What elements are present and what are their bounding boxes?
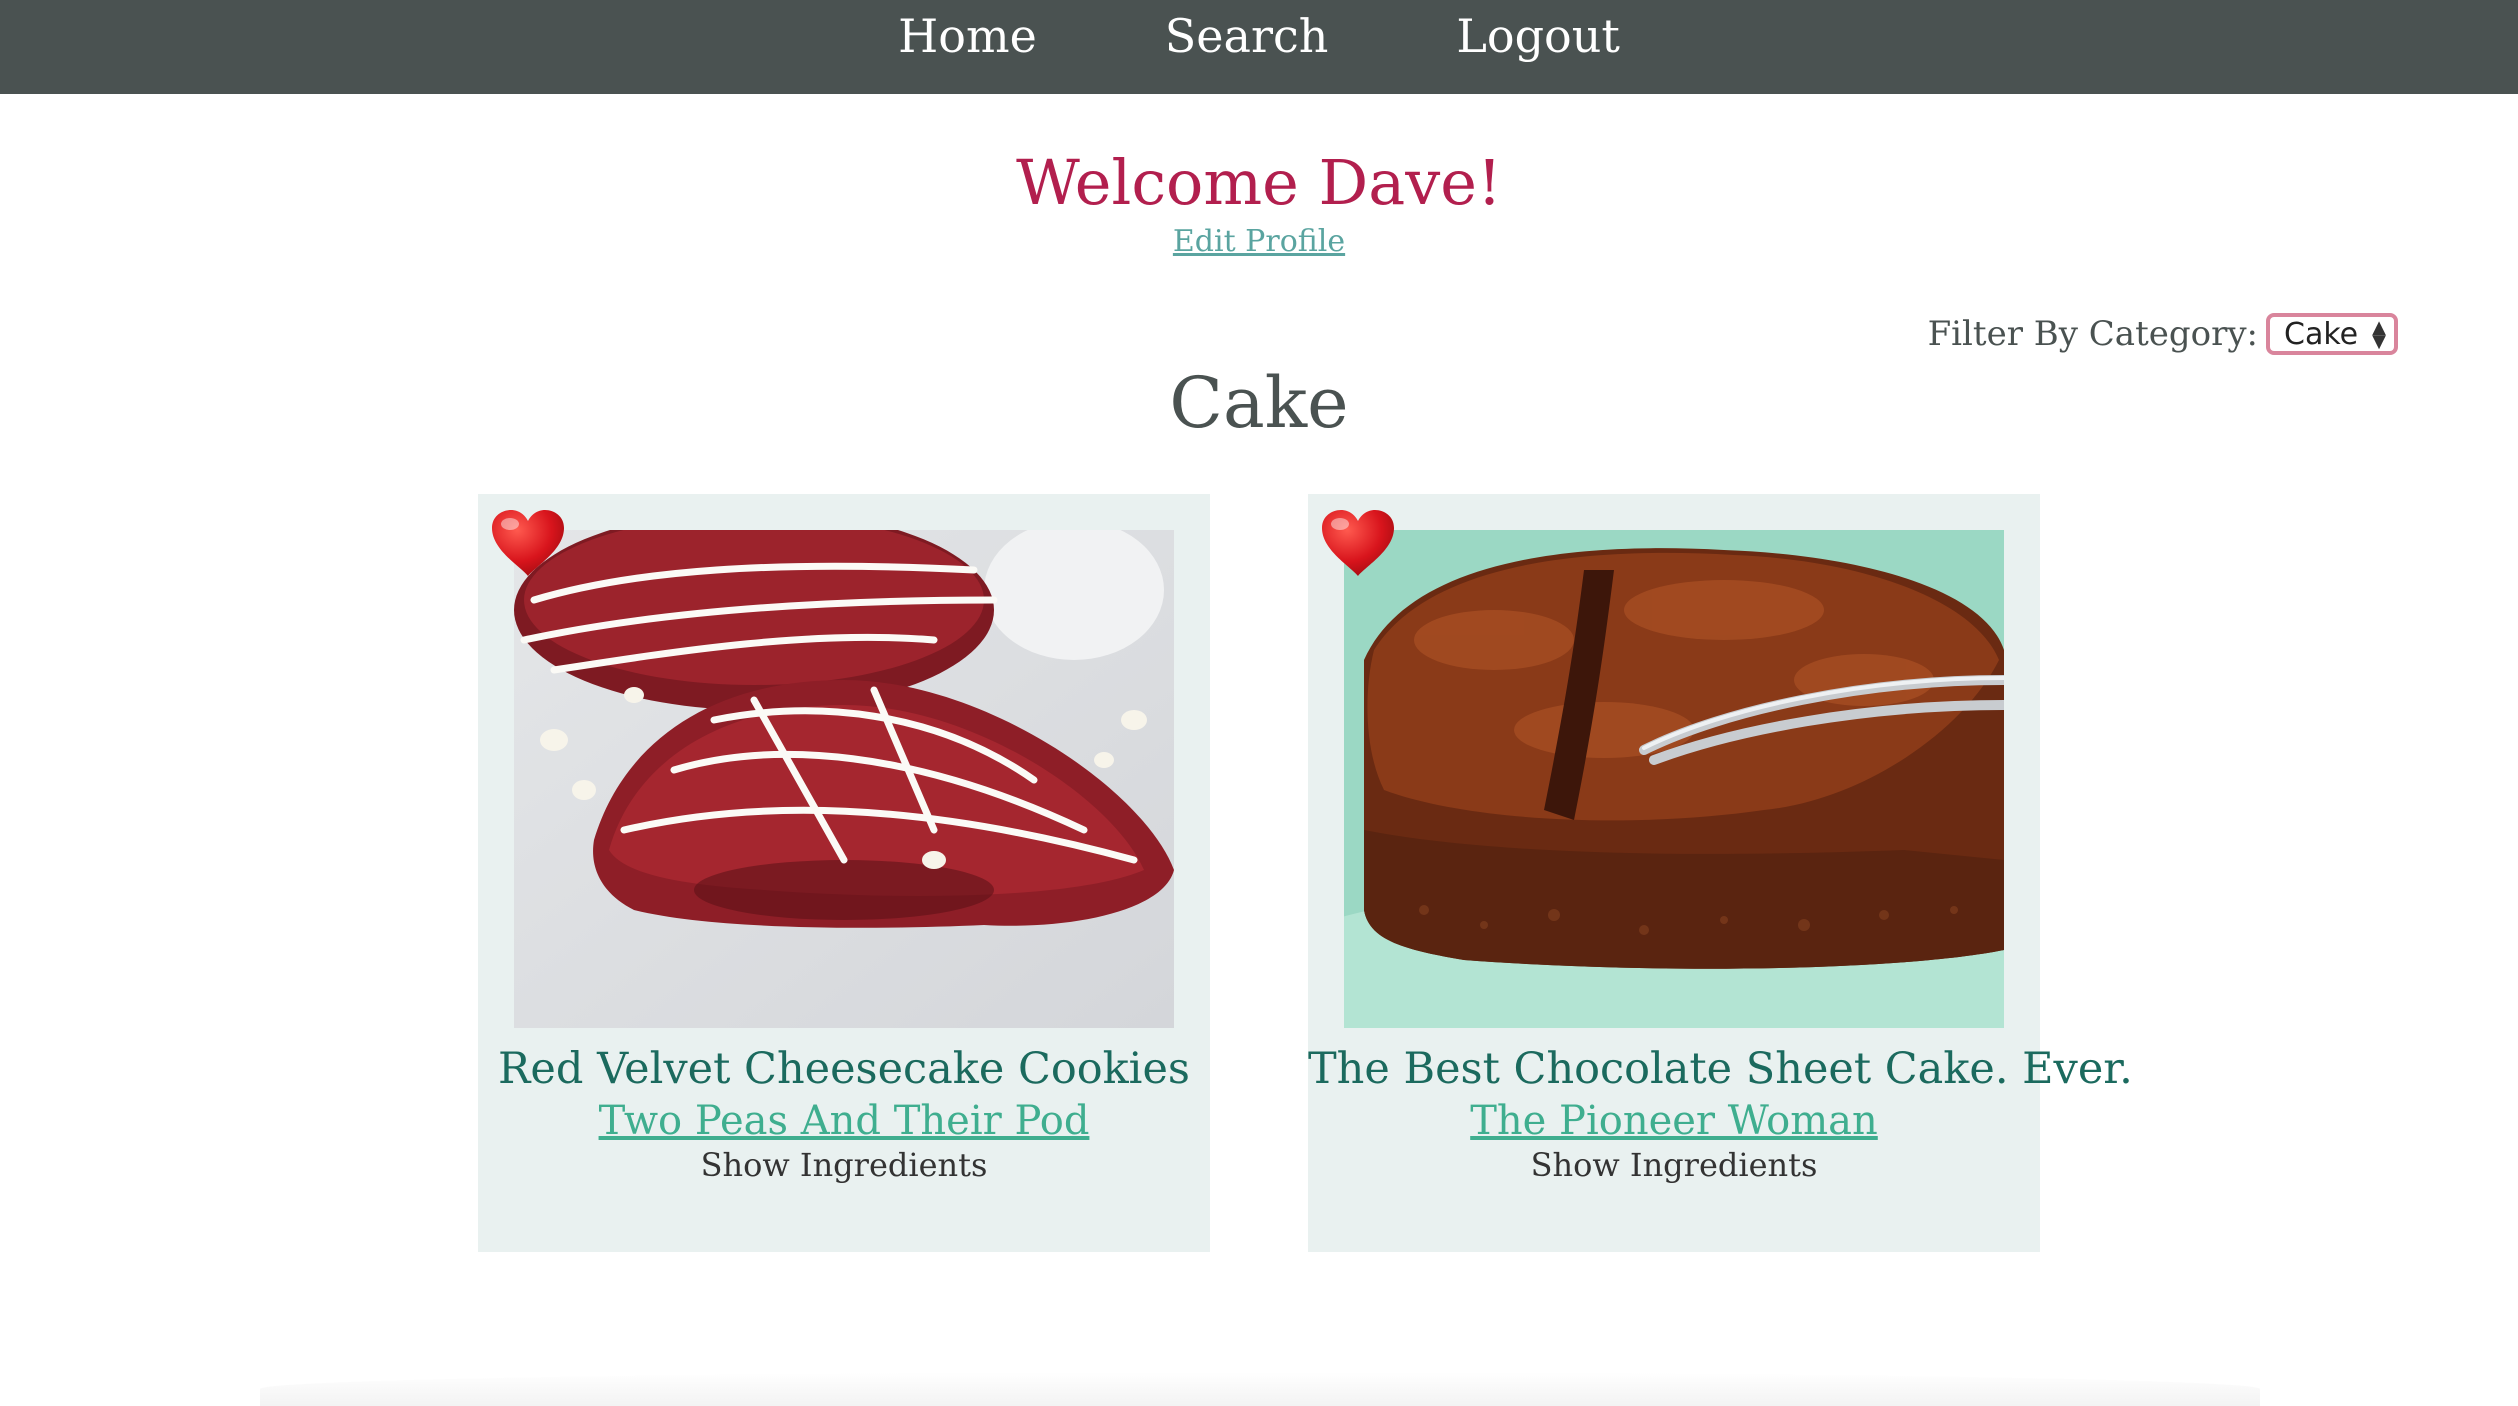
- show-ingredients-button[interactable]: Show Ingredients: [1308, 1144, 2040, 1186]
- recipe-source-link[interactable]: The Pioneer Woman: [1470, 1098, 1878, 1144]
- heart-icon[interactable]: [490, 508, 566, 578]
- nav-search-link[interactable]: Search: [1165, 0, 1329, 94]
- top-navigation: Home Search Logout: [0, 0, 2518, 94]
- edit-profile-container: Edit Profile: [0, 222, 2518, 262]
- recipe-image[interactable]: [514, 530, 1174, 1028]
- heart-icon[interactable]: [1320, 508, 1396, 578]
- select-arrows-icon: ▲ ▼: [2372, 317, 2386, 352]
- show-ingredients-button[interactable]: Show Ingredients: [478, 1144, 1210, 1186]
- category-filter: Filter By Category: Cake ▲ ▼: [1928, 313, 2398, 355]
- recipe-card: The Best Chocolate Sheet Cake. Ever. The…: [1308, 494, 2133, 1252]
- recipe-image[interactable]: [1344, 530, 2004, 1028]
- nav-logout-link[interactable]: Logout: [1456, 0, 1620, 94]
- category-select-value: Cake: [2284, 316, 2359, 352]
- page-bottom-shadow: [260, 1372, 2260, 1406]
- recipe-title: The Best Chocolate Sheet Cake. Ever.: [1308, 1044, 2133, 1094]
- category-heading: Cake: [1169, 362, 1349, 444]
- recipe-source-link[interactable]: Two Peas And Their Pod: [599, 1098, 1090, 1144]
- nav-home-link[interactable]: Home: [898, 0, 1037, 94]
- filter-label: Filter By Category:: [1927, 314, 2258, 354]
- recipe-card: Red Velvet Cheesecake Cookies Two Peas A…: [478, 494, 1210, 1252]
- recipe-source-container: Two Peas And Their Pod: [478, 1094, 1210, 1148]
- welcome-heading: Welcome Dave!: [1016, 146, 1502, 219]
- category-select[interactable]: Cake ▲ ▼: [2266, 313, 2398, 355]
- edit-profile-link[interactable]: Edit Profile: [1173, 224, 1345, 259]
- recipe-source-container: The Pioneer Woman: [1308, 1094, 2040, 1148]
- recipe-title: Red Velvet Cheesecake Cookies: [498, 1044, 1190, 1094]
